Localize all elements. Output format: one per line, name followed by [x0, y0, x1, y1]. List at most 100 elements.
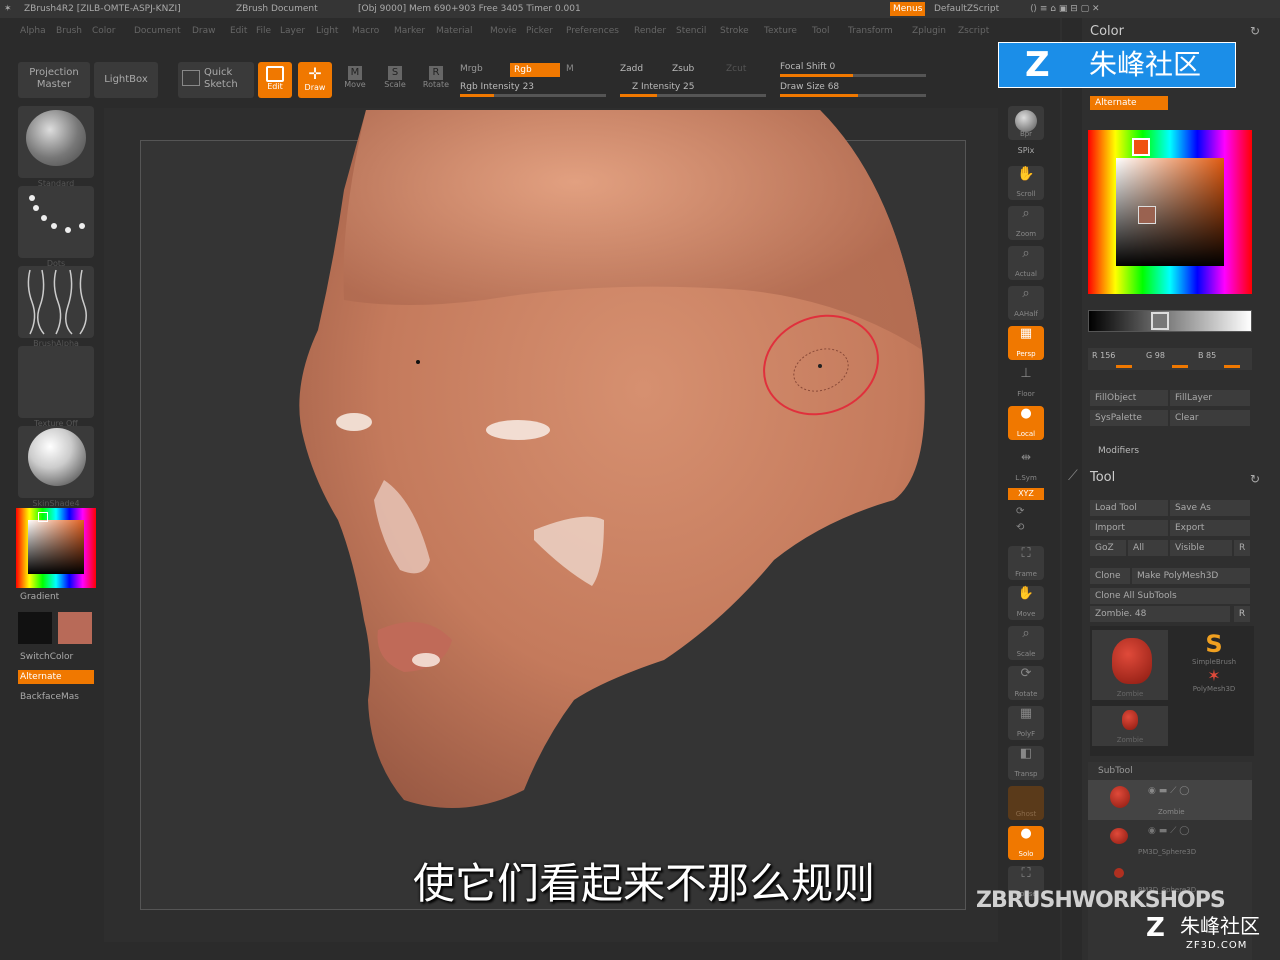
ghost-button[interactable]: Ghost — [1008, 786, 1044, 820]
rotate-button[interactable]: R Rotate — [420, 62, 452, 98]
fill-layer-button[interactable]: FillLayer — [1170, 390, 1250, 406]
g-value[interactable]: G 98 — [1146, 351, 1165, 360]
alternate-color-toggle[interactable]: Alternate — [1090, 96, 1168, 110]
rgb-toggle[interactable]: Rgb — [510, 63, 560, 77]
color-picker[interactable] — [1088, 130, 1252, 294]
alternate-toggle[interactable]: Alternate — [18, 670, 94, 684]
menu-edit[interactable]: Edit — [230, 26, 247, 36]
clear-button[interactable]: Clear — [1170, 410, 1250, 426]
menu-document[interactable]: Document — [134, 26, 181, 36]
tool-r-marker[interactable]: R — [1234, 606, 1250, 622]
transp-button[interactable]: ◧ Transp — [1008, 746, 1044, 780]
subtool-item-1[interactable]: Zombie ◉ ▬ ⟋ ◯ — [1088, 780, 1252, 820]
b-value[interactable]: B 85 — [1198, 351, 1216, 360]
rgb-intensity-slider[interactable] — [460, 94, 606, 97]
sys-palette-button[interactable]: SysPalette — [1090, 410, 1168, 426]
floor-button[interactable]: ⊥ Floor — [1008, 366, 1044, 400]
menu-render[interactable]: Render — [634, 26, 666, 36]
zoom-button[interactable]: ⌕ Zoom — [1008, 206, 1044, 240]
menu-tool[interactable]: Tool — [812, 26, 829, 36]
rotate-view-button[interactable]: ⟳ Rotate — [1008, 666, 1044, 700]
r-button[interactable]: R — [1234, 540, 1250, 556]
menu-file[interactable]: File — [256, 26, 271, 36]
menu-material[interactable]: Material — [436, 26, 473, 36]
menu-zscript[interactable]: Zscript — [958, 26, 989, 36]
brush-thumbnail[interactable]: Standard — [18, 106, 94, 188]
tool-palette-title[interactable]: Tool — [1090, 470, 1115, 485]
actual-button[interactable]: ⌕ Actual — [1008, 246, 1044, 280]
r-value[interactable]: R 156 — [1092, 351, 1115, 360]
goz-button[interactable]: GoZ — [1090, 540, 1126, 556]
subtool-header[interactable]: SubTool — [1098, 766, 1133, 776]
bpr-button[interactable]: Bpr — [1008, 106, 1044, 140]
local-button[interactable]: ● Local — [1008, 406, 1044, 440]
zadd-toggle[interactable]: Zadd — [620, 64, 643, 74]
scale-button[interactable]: S Scale — [380, 62, 410, 98]
lightbox-button[interactable]: LightBox — [94, 62, 158, 98]
color-palette-title[interactable]: Color — [1090, 24, 1124, 39]
menu-color[interactable]: Color — [92, 26, 116, 36]
z-intensity-slider[interactable] — [620, 94, 766, 97]
menu-alpha[interactable]: Alpha — [20, 26, 46, 36]
menu-macro[interactable]: Macro — [352, 26, 379, 36]
palette-reset-icon[interactable]: ↻ — [1250, 24, 1260, 38]
window-controls[interactable]: ⟨⟩ ≡ ⌂ ▣ ⊟ ▢ ✕ — [1030, 0, 1100, 18]
primary-color-swatch[interactable] — [18, 612, 52, 644]
menu-preferences[interactable]: Preferences — [566, 26, 619, 36]
visible-button[interactable]: Visible — [1170, 540, 1232, 556]
frame-button[interactable]: ⛶ Frame — [1008, 546, 1044, 580]
material-thumbnail[interactable]: SkinShade4 — [18, 426, 94, 508]
focal-shift-slider[interactable] — [780, 74, 926, 77]
subtool2-visibility-icons[interactable]: ◉ ▬ ⟋ ◯ — [1148, 826, 1189, 836]
clone-all-subtools-button[interactable]: Clone All SubTools — [1090, 588, 1250, 604]
move-view-button[interactable]: ✋ Move — [1008, 586, 1044, 620]
zcut-toggle[interactable]: Zcut — [726, 64, 746, 74]
menu-brush[interactable]: Brush — [56, 26, 82, 36]
tool-thumb-simplebrush[interactable]: S SimpleBrush ✶ PolyMesh3D — [1176, 630, 1252, 700]
save-as-button[interactable]: Save As — [1170, 500, 1250, 516]
projection-master-button[interactable]: Projection Master — [18, 62, 90, 98]
backface-mask-button[interactable]: BackfaceMas — [20, 692, 79, 702]
make-polymesh-button[interactable]: Make PolyMesh3D — [1132, 568, 1250, 584]
menu-light[interactable]: Light — [316, 26, 338, 36]
menu-stencil[interactable]: Stencil — [676, 26, 706, 36]
load-tool-button[interactable]: Load Tool — [1090, 500, 1168, 516]
tool-reset-icon[interactable]: ↻ — [1250, 472, 1260, 486]
quick-sketch-button[interactable]: Quick Sketch — [178, 62, 254, 98]
spix-slider[interactable]: SPix — [1008, 146, 1044, 155]
stroke-thumbnail[interactable]: Dots — [18, 186, 94, 268]
menu-layer[interactable]: Layer — [280, 26, 305, 36]
all-button[interactable]: All — [1128, 540, 1168, 556]
gradient-color-picker[interactable] — [16, 508, 96, 588]
menus-button[interactable]: Menus — [890, 2, 926, 16]
palette-scroll-gutter[interactable] — [1062, 18, 1082, 960]
switch-color-button[interactable]: SwitchColor — [20, 652, 73, 662]
tool-thumb-zombie[interactable]: Zombie — [1092, 630, 1168, 700]
zombie-head-model[interactable] — [104, 100, 998, 942]
draw-size-slider[interactable] — [780, 94, 926, 97]
fill-object-button[interactable]: FillObject — [1090, 390, 1168, 406]
export-button[interactable]: Export — [1170, 520, 1250, 536]
import-button[interactable]: Import — [1090, 520, 1168, 536]
current-tool-name[interactable]: Zombie. 48 — [1090, 606, 1230, 622]
lsym-button[interactable]: ⇹ L.Sym — [1008, 450, 1044, 484]
menu-transform[interactable]: Transform — [848, 26, 893, 36]
scale-view-button[interactable]: ⌕ Scale — [1008, 626, 1044, 660]
subtool-visibility-icons[interactable]: ◉ ▬ ⟋ ◯ — [1148, 786, 1189, 796]
texture-thumbnail[interactable]: Texture Off — [18, 346, 94, 428]
xyz-toggle[interactable]: XYZ — [1008, 488, 1044, 500]
zsub-toggle[interactable]: Zsub — [672, 64, 694, 74]
script-name[interactable]: DefaultZScript — [934, 0, 999, 18]
aahalf-button[interactable]: ⌕ AAHalf — [1008, 286, 1044, 320]
solo-button[interactable]: ● Solo — [1008, 826, 1044, 860]
menu-stroke[interactable]: Stroke — [720, 26, 749, 36]
move-button[interactable]: M Move — [340, 62, 370, 98]
menu-zplugin[interactable]: Zplugin — [912, 26, 946, 36]
subtool-item-2[interactable]: PM3D_Sphere3D ◉ ▬ ⟋ ◯ — [1088, 822, 1252, 860]
scroll-button[interactable]: ✋ Scroll — [1008, 166, 1044, 200]
m-toggle[interactable]: M — [566, 64, 574, 74]
tool-thumb-zombie-small[interactable]: Zombie — [1092, 706, 1168, 746]
polyf-button[interactable]: ▦ PolyF — [1008, 706, 1044, 740]
menu-picker[interactable]: Picker — [526, 26, 553, 36]
menu-marker[interactable]: Marker — [394, 26, 425, 36]
